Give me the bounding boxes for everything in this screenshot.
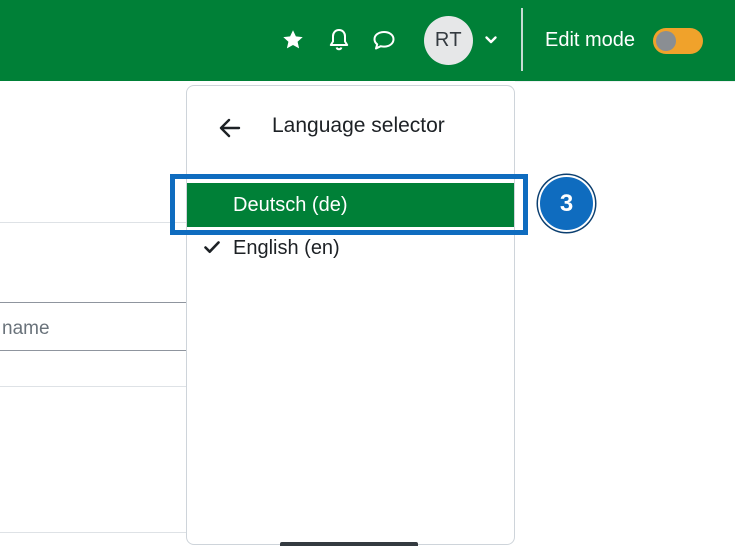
star-icon[interactable] bbox=[275, 22, 311, 58]
background-input-placeholder: name bbox=[2, 318, 50, 339]
step-highlight-box bbox=[170, 174, 528, 235]
top-navbar: RT Edit mode bbox=[0, 0, 735, 81]
step-number: 3 bbox=[559, 189, 574, 217]
background-divider bbox=[0, 532, 186, 533]
chat-bubble-icon[interactable] bbox=[366, 22, 402, 58]
edit-mode-label: Edit mode bbox=[545, 29, 636, 51]
avatar-initials: RT bbox=[434, 29, 463, 51]
background-divider bbox=[0, 386, 186, 387]
back-arrow-icon[interactable] bbox=[216, 114, 244, 142]
language-item-label: English (en) bbox=[233, 236, 340, 259]
language-selector-dropdown bbox=[186, 85, 515, 545]
chevron-down-icon[interactable] bbox=[478, 22, 504, 58]
background-divider bbox=[0, 222, 186, 223]
dropdown-title: Language selector bbox=[272, 114, 445, 137]
bottom-scroll-indicator bbox=[280, 542, 418, 546]
user-avatar[interactable]: RT bbox=[424, 16, 473, 65]
bell-icon[interactable] bbox=[321, 22, 357, 58]
navbar-divider bbox=[521, 8, 523, 71]
background-divider bbox=[515, 81, 735, 82]
checkmark-icon bbox=[204, 240, 220, 254]
toggle-knob bbox=[656, 31, 676, 51]
step-number-badge: 3 bbox=[538, 175, 595, 232]
edit-mode-toggle[interactable] bbox=[653, 28, 703, 54]
